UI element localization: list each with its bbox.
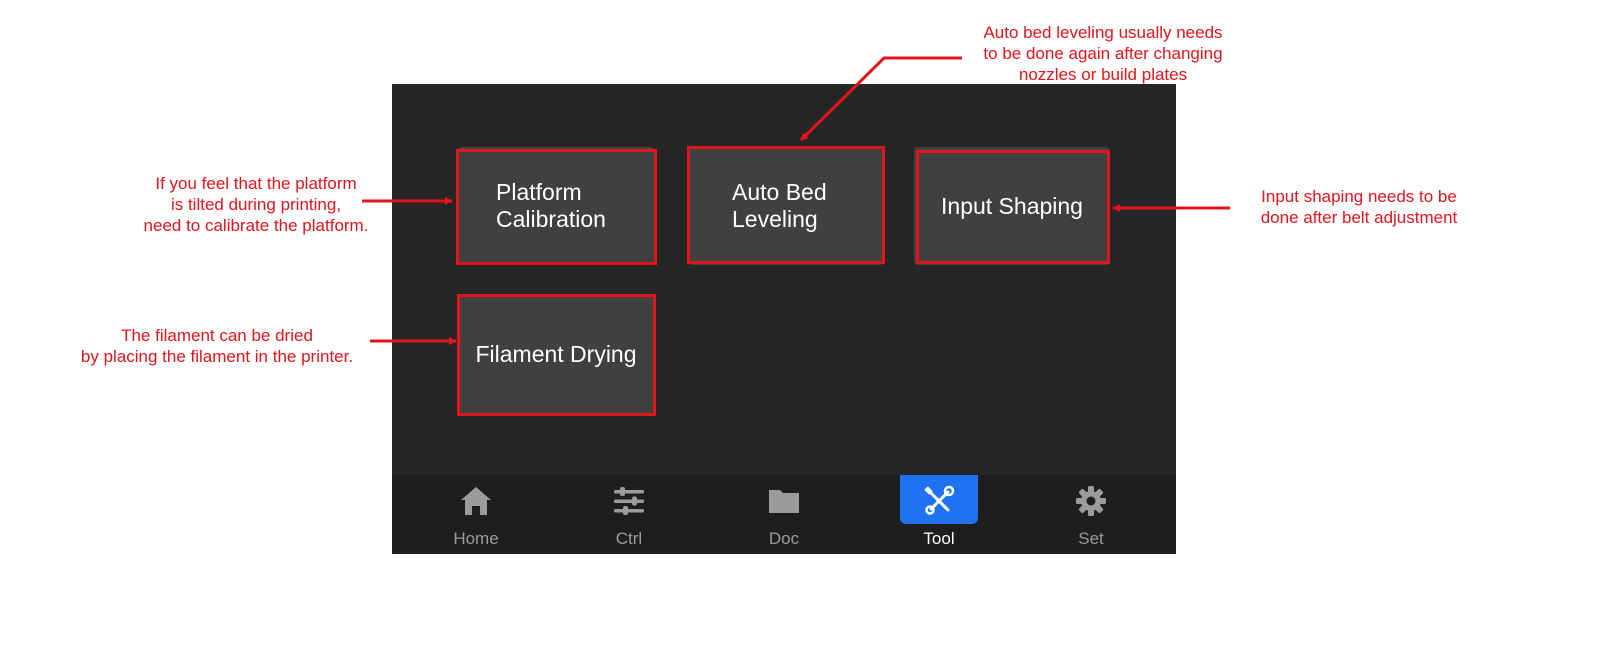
nav-set[interactable]: Set xyxy=(1052,475,1130,554)
annotation-filament-line2: by placing the filament in the printer. xyxy=(80,347,354,366)
printer-screen: Platform Calibration Auto Bed Leveling I… xyxy=(392,84,1176,554)
nav-ctrl[interactable]: Ctrl xyxy=(590,475,668,554)
home-icon xyxy=(461,487,491,515)
nav-set-label: Set xyxy=(1078,529,1104,548)
annotation-input-shaping: Input shaping needs to be done after bel… xyxy=(1236,186,1482,228)
tools-icon xyxy=(924,485,955,515)
annotation-bed-line1: Auto bed leveling usually needs xyxy=(983,23,1223,42)
auto-bed-leveling-label-line1: Auto Bed xyxy=(732,179,827,205)
annotation-platform-line2: is tilted during printing, xyxy=(170,195,342,214)
nav-tool[interactable]: Tool xyxy=(900,475,978,554)
filament-drying-button[interactable]: Filament Drying xyxy=(458,295,654,413)
annotation-platform-line1: If you feel that the platform xyxy=(155,174,357,193)
nav-tool-label: Tool xyxy=(923,529,955,548)
nav-doc[interactable]: Doc xyxy=(745,475,823,554)
annotation-filament-line1: The filament can be dried xyxy=(121,326,313,345)
nav-ctrl-label: Ctrl xyxy=(615,529,643,548)
nav-home[interactable]: Home xyxy=(437,475,515,554)
platform-calibration-button[interactable]: Platform Calibration xyxy=(458,147,654,265)
annotation-filament-drying: The filament can be dried by placing the… xyxy=(52,325,382,367)
filament-drying-label: Filament Drying xyxy=(475,340,637,367)
sliders-icon xyxy=(614,487,644,515)
input-shaping-button[interactable]: Input Shaping xyxy=(914,147,1110,265)
gear-icon xyxy=(1076,486,1106,516)
nav-doc-label: Doc xyxy=(768,529,800,548)
annotation-shaping-line2: done after belt adjustment xyxy=(1260,208,1458,227)
annotation-auto-bed-leveling: Auto bed leveling usually needs to be do… xyxy=(955,22,1251,85)
auto-bed-leveling-button[interactable]: Auto Bed Leveling xyxy=(688,147,884,265)
platform-calibration-label-line2: Calibration xyxy=(496,206,606,232)
folder-icon xyxy=(769,490,799,513)
annotation-platform-calibration: If you feel that the platform is tilted … xyxy=(120,173,392,236)
annotation-platform-line3: need to calibrate the platform. xyxy=(143,216,369,235)
annotation-bed-line3: nozzles or build plates xyxy=(1018,65,1188,84)
annotation-shaping-line1: Input shaping needs to be xyxy=(1261,187,1457,206)
auto-bed-leveling-label-line2: Leveling xyxy=(732,206,818,232)
annotation-bed-line2: to be done again after changing xyxy=(983,44,1223,63)
bottom-nav-bar: Home Ctrl Doc Tool Set xyxy=(392,475,1176,554)
nav-home-label: Home xyxy=(453,529,499,548)
platform-calibration-label-line1: Platform xyxy=(496,179,582,205)
input-shaping-label: Input Shaping xyxy=(941,192,1083,219)
